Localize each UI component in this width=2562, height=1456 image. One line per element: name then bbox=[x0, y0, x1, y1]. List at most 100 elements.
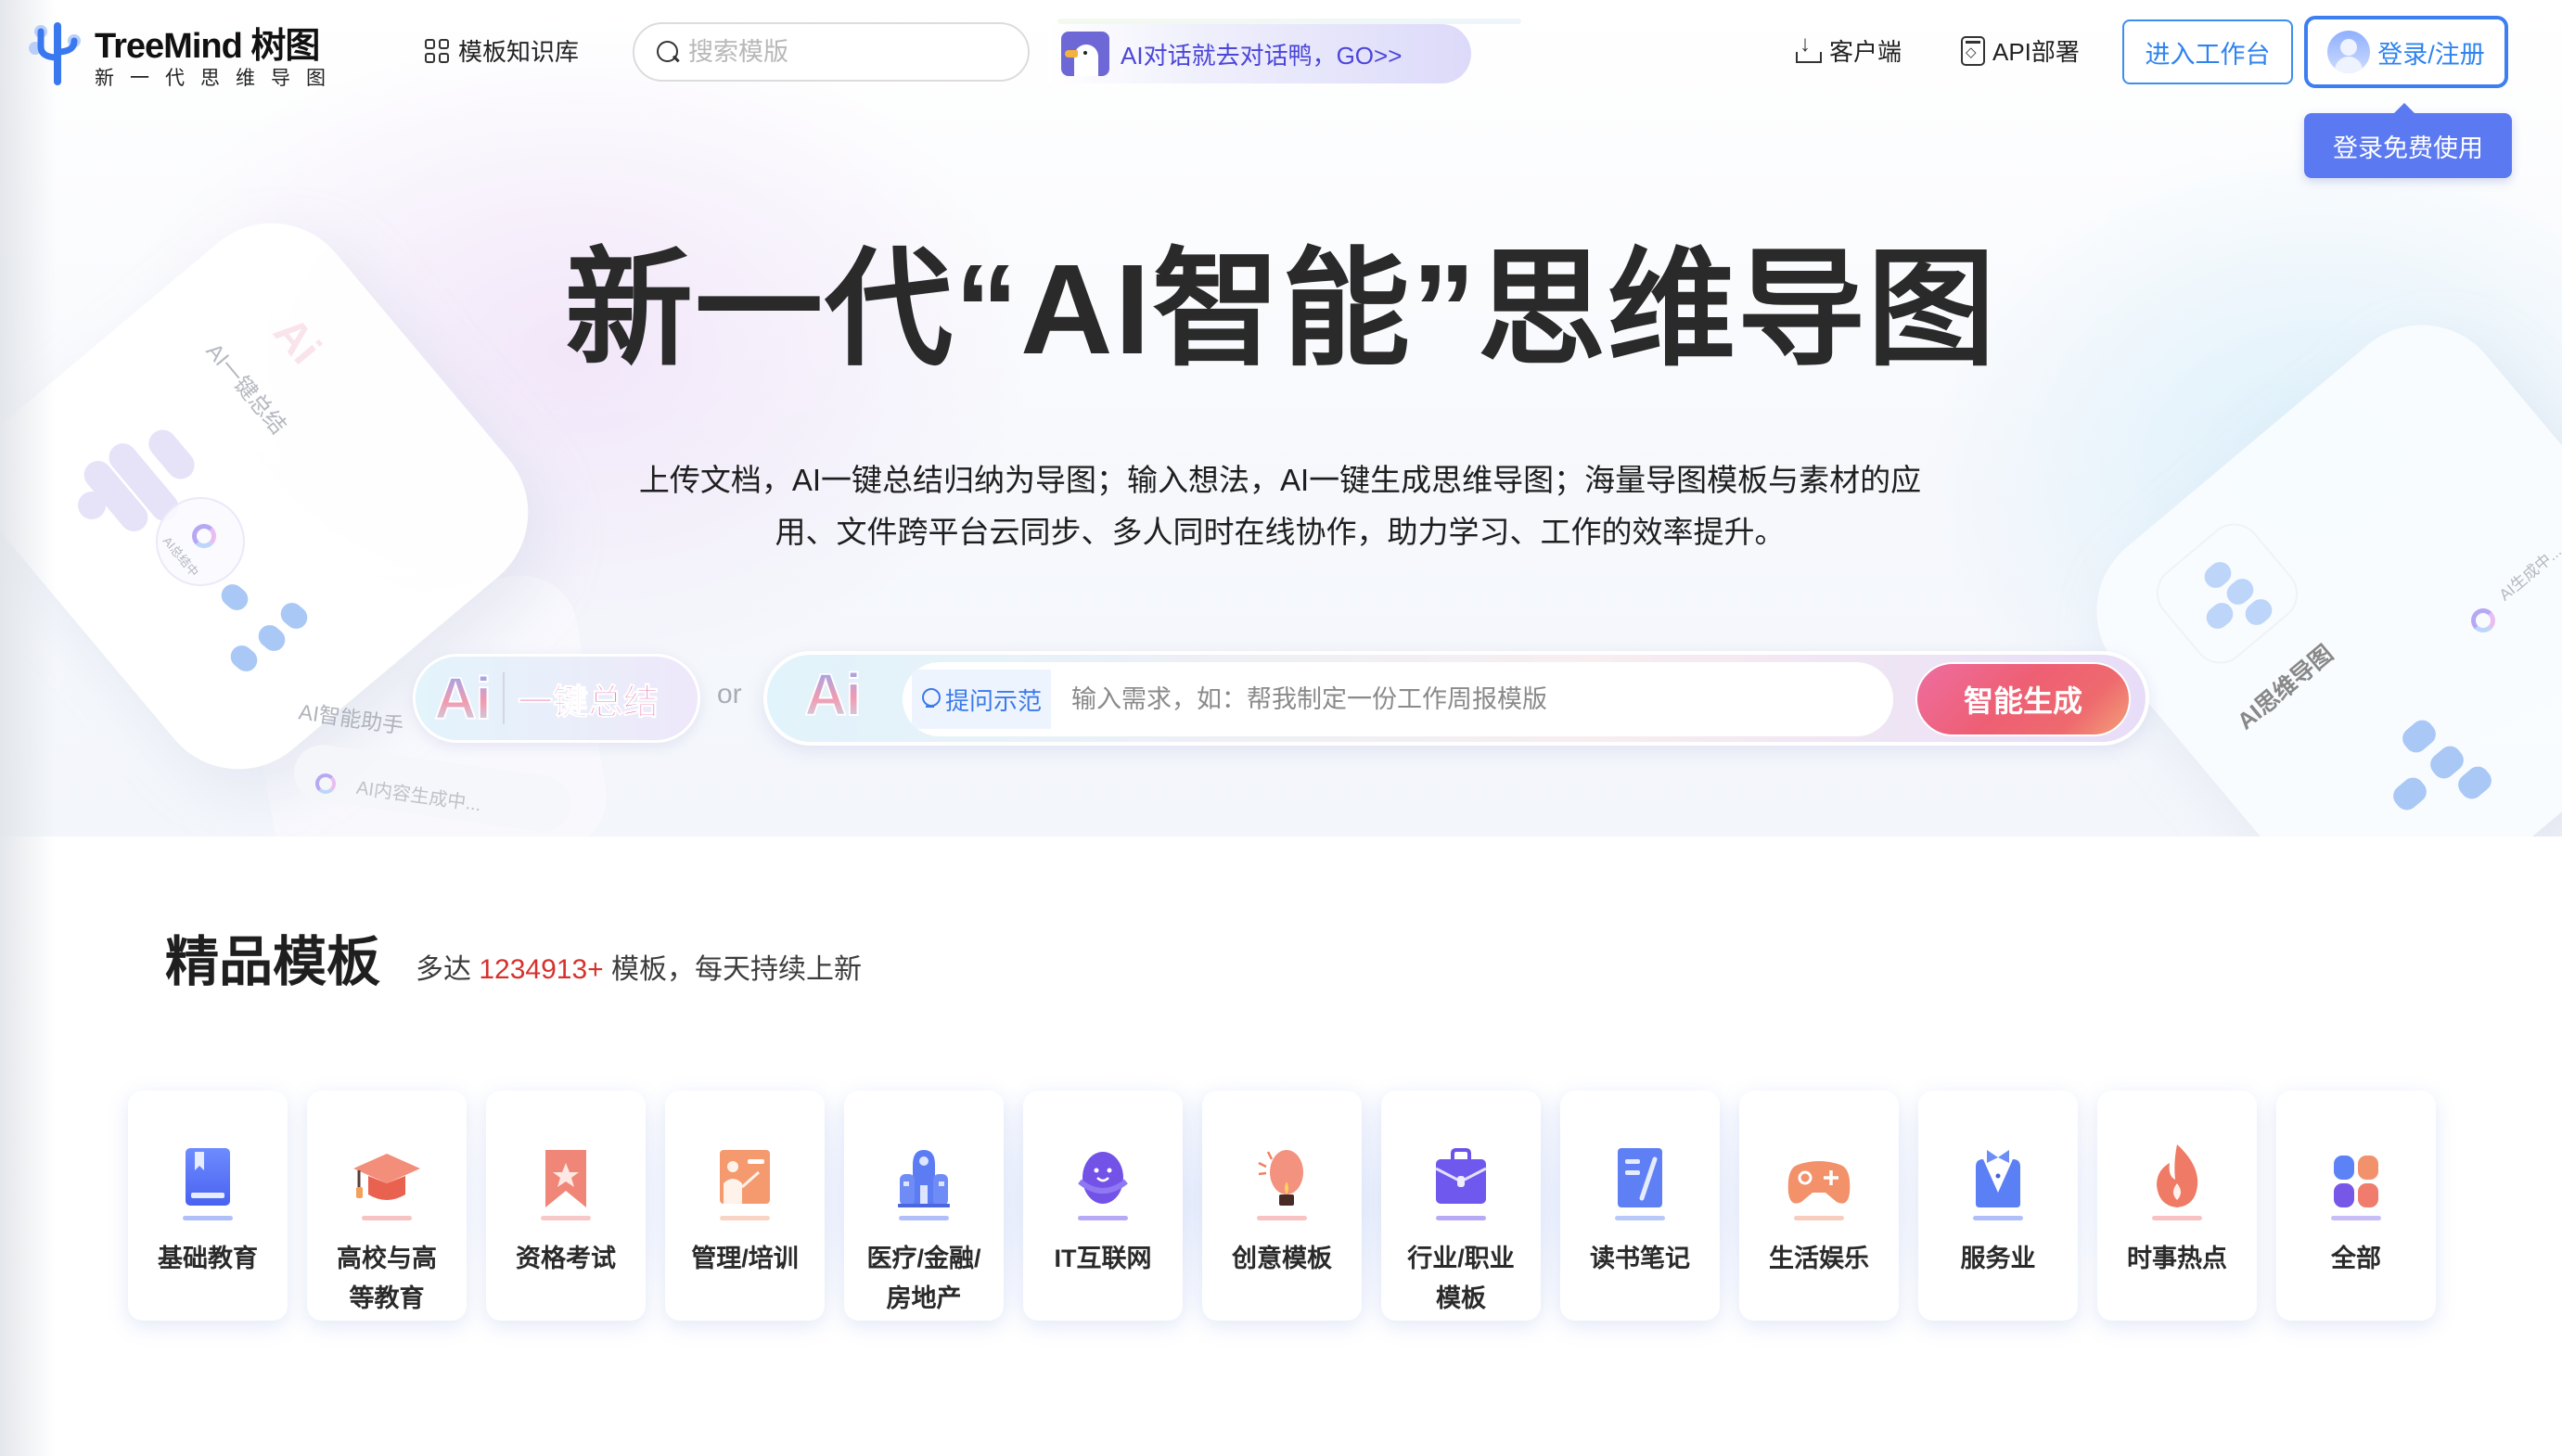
planet-icon bbox=[1061, 1128, 1145, 1220]
template-category-label: 行业/职业模板 bbox=[1407, 1245, 1515, 1312]
top-navbar: TreeMind 树图 新一代思维导图 模板知识库 AI对话就去对话鸭，GO>>… bbox=[0, 0, 2562, 104]
divider bbox=[503, 672, 505, 724]
template-category-card[interactable]: 行业/职业模板 bbox=[1381, 1091, 1541, 1321]
template-category-label: 基础教育 bbox=[158, 1245, 258, 1272]
lightbulb-icon bbox=[921, 687, 941, 711]
template-category-label: 读书笔记 bbox=[1590, 1245, 1690, 1272]
section-subtitle: 多达 1234913+ 模板，每天持续上新 bbox=[416, 946, 862, 987]
building-icon bbox=[882, 1128, 966, 1220]
hero-description-line: 用、文件跨平台云同步、多人同时在线协作，助力学习、工作的效率提升。 bbox=[775, 515, 1786, 549]
icon-shadow bbox=[183, 1216, 233, 1220]
nav-template-knowledge-label: 模板知识库 bbox=[458, 38, 580, 66]
template-category-card[interactable]: 读书笔记 bbox=[1560, 1091, 1720, 1321]
template-category-label: 管理/培训 bbox=[691, 1245, 799, 1272]
login-free-tooltip[interactable]: 登录免费使用 bbox=[2304, 103, 2512, 178]
treemind-logo[interactable]: TreeMind 树图 新一代思维导图 bbox=[28, 17, 362, 91]
icon-shadow bbox=[1436, 1216, 1486, 1220]
subtitle-suffix: 模板，每天持续上新 bbox=[611, 954, 862, 985]
grid-icon bbox=[425, 38, 449, 63]
client-download-link[interactable]: 客户端 bbox=[1794, 32, 1902, 68]
ai-prompt-field: 提问示范 bbox=[903, 662, 1893, 736]
bookmark-star-icon bbox=[524, 1128, 608, 1220]
ai-chat-banner-text: AI对话就去对话鸭，GO>> bbox=[1121, 41, 1403, 70]
search-input[interactable] bbox=[688, 37, 1004, 67]
template-category-card[interactable]: 服务业 bbox=[1918, 1091, 2078, 1321]
template-category-label: 时事热点 bbox=[2127, 1245, 2227, 1272]
decor-spinner-icon bbox=[315, 773, 336, 794]
client-download-label: 客户端 bbox=[1829, 38, 1902, 66]
icon-shadow bbox=[899, 1216, 949, 1220]
teacher-board-icon bbox=[703, 1128, 787, 1220]
template-category-label: IT互联网 bbox=[1054, 1245, 1152, 1272]
tuxedo-icon bbox=[1956, 1128, 2040, 1220]
template-category-card[interactable]: 全部 bbox=[2276, 1091, 2436, 1321]
prompt-example-button[interactable]: 提问示范 bbox=[912, 670, 1052, 729]
icon-shadow bbox=[1794, 1216, 1844, 1220]
enter-workspace-button[interactable]: 进入工作台 bbox=[2122, 19, 2293, 84]
template-category-label: 服务业 bbox=[1960, 1245, 2036, 1272]
gamepad-icon bbox=[1777, 1128, 1861, 1220]
login-register-button[interactable]: 登录/注册 bbox=[2304, 16, 2508, 88]
avatar-icon bbox=[2327, 31, 2371, 73]
template-category-label: 高校与高等教育 bbox=[337, 1245, 437, 1312]
download-icon bbox=[1794, 32, 1822, 65]
icon-shadow bbox=[1973, 1216, 2023, 1220]
template-category-card[interactable]: IT互联网 bbox=[1023, 1091, 1183, 1321]
template-category-card[interactable]: 管理/培训 bbox=[665, 1091, 825, 1321]
template-category-card[interactable]: 基础教育 bbox=[128, 1091, 288, 1321]
icon-shadow bbox=[1615, 1216, 1665, 1220]
logo-title: TreeMind 树图 bbox=[95, 27, 320, 66]
decor-spinner-icon bbox=[192, 524, 216, 548]
ai-logo-icon: Ai bbox=[433, 664, 493, 733]
template-category-card[interactable]: 生活娱乐 bbox=[1739, 1091, 1899, 1321]
hero-description: 上传文档，AI一键总结归纳为导图；输入想法，AI一键生成思维导图；海量导图模板与… bbox=[575, 454, 1985, 558]
duck-icon bbox=[1061, 32, 1109, 76]
ai-logo-icon: Ai bbox=[803, 660, 863, 729]
template-category-label: 生活娱乐 bbox=[1769, 1245, 1869, 1272]
decor-spinner-icon bbox=[2471, 608, 2495, 632]
api-diamond-icon bbox=[1961, 35, 1985, 66]
search-icon bbox=[655, 39, 681, 65]
section-title: 精品模板 bbox=[165, 932, 381, 992]
template-category-label: 资格考试 bbox=[516, 1245, 616, 1272]
icon-shadow bbox=[1078, 1216, 1128, 1220]
template-category-label: 医疗/金融/房地产 bbox=[866, 1245, 981, 1312]
template-category-card[interactable]: 医疗/金融/房地产 bbox=[844, 1091, 1004, 1321]
template-category-card[interactable]: 创意模板 bbox=[1202, 1091, 1362, 1321]
api-deploy-link[interactable]: API部署 bbox=[1961, 33, 2080, 68]
prompt-example-label: 提问示范 bbox=[945, 686, 1043, 715]
lightbulb-icon bbox=[1240, 1128, 1324, 1220]
smart-generate-button[interactable]: 智能生成 bbox=[1915, 662, 2131, 736]
icon-shadow bbox=[541, 1216, 591, 1220]
ai-summary-label: 一键总结 bbox=[517, 683, 660, 722]
or-separator: or bbox=[717, 679, 742, 709]
icon-shadow bbox=[2152, 1216, 2202, 1220]
flame-icon bbox=[2135, 1128, 2219, 1220]
template-category-label: 创意模板 bbox=[1232, 1245, 1332, 1272]
edge-shadow bbox=[0, 0, 56, 1456]
icon-shadow bbox=[1257, 1216, 1307, 1220]
template-category-card[interactable]: 资格考试 bbox=[486, 1091, 646, 1321]
book-icon bbox=[166, 1128, 250, 1220]
ai-prompt-input[interactable] bbox=[1071, 684, 1833, 714]
search-box[interactable] bbox=[633, 22, 1030, 82]
ai-chat-banner[interactable]: AI对话就去对话鸭，GO>> bbox=[1048, 24, 1471, 83]
template-category-label: 全部 bbox=[2331, 1245, 2381, 1272]
hero-description-line: 上传文档，AI一键总结归纳为导图；输入想法，AI一键生成思维导图；海量导图模板与… bbox=[638, 463, 1922, 497]
note-pen-icon bbox=[1598, 1128, 1682, 1220]
template-category-card[interactable]: 时事热点 bbox=[2097, 1091, 2257, 1321]
tree-logo-icon bbox=[29, 22, 81, 85]
grid-apps-icon bbox=[2314, 1128, 2398, 1220]
nav-template-knowledge[interactable]: 模板知识库 bbox=[425, 33, 579, 68]
briefcase-icon bbox=[1419, 1128, 1503, 1220]
subtitle-prefix: 多达 bbox=[416, 954, 471, 985]
icon-shadow bbox=[362, 1216, 412, 1220]
icon-shadow bbox=[2331, 1216, 2381, 1220]
graduation-cap-icon bbox=[345, 1128, 429, 1220]
template-categories: 基础教育 高校与高等教育 资格考试 管理/培训 医疗/金融/房地产 IT互联网 创意模板 行业… bbox=[128, 1091, 2436, 1321]
hero-title: 新一代“AI智能”思维导图 bbox=[564, 238, 1997, 381]
login-register-label: 登录/注册 bbox=[2377, 40, 2485, 69]
ai-summary-button[interactable]: Ai 一键总结 bbox=[413, 654, 700, 743]
template-count: 1234913+ bbox=[479, 954, 604, 985]
template-category-card[interactable]: 高校与高等教育 bbox=[307, 1091, 467, 1321]
